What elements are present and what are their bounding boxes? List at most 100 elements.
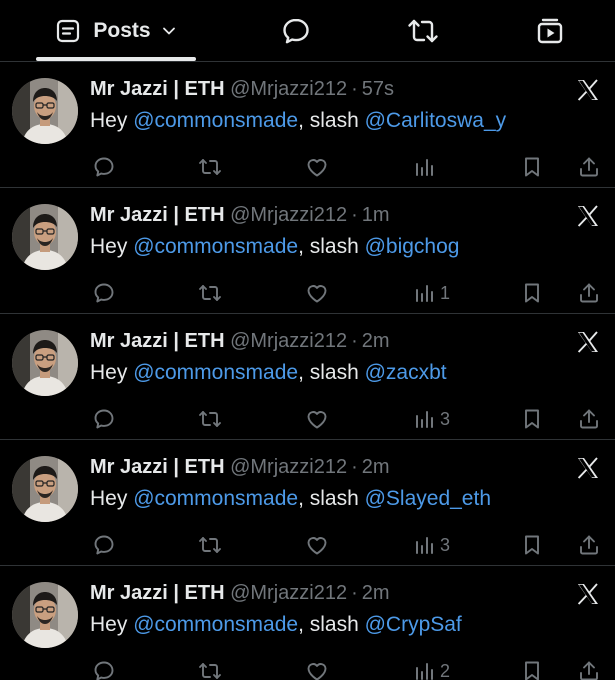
- tab-replies[interactable]: [278, 0, 314, 62]
- tweet-actions: 3: [0, 406, 615, 432]
- bookmark-button[interactable]: [520, 280, 544, 306]
- timestamp[interactable]: 1m: [362, 204, 390, 226]
- replies-icon: [283, 18, 309, 44]
- reply-icon: [94, 535, 114, 555]
- mention-link[interactable]: @Slayed_eth: [365, 487, 491, 510]
- tweet-text: Hey @commonsmade, slash @Slayed_eth: [90, 487, 491, 511]
- tweet[interactable]: Mr Jazzi | ETH @Mrjazzi212 · 2m Hey @commo…: [0, 314, 615, 440]
- tweet[interactable]: Mr Jazzi | ETH @Mrjazzi212 · 2m Hey @commo…: [0, 566, 615, 680]
- display-name[interactable]: Mr Jazzi | ETH: [90, 456, 225, 478]
- avatar[interactable]: [12, 330, 78, 396]
- retweet-button[interactable]: [198, 406, 222, 432]
- display-name[interactable]: Mr Jazzi | ETH: [90, 204, 225, 226]
- user-handle[interactable]: @Mrjazzi212: [230, 204, 347, 226]
- avatar-photo-icon: [12, 204, 78, 270]
- display-name[interactable]: Mr Jazzi | ETH: [90, 582, 225, 604]
- reply-button[interactable]: [92, 154, 116, 180]
- mention-link[interactable]: @zacxbt: [365, 361, 447, 384]
- timestamp[interactable]: 2m: [362, 582, 390, 604]
- mention-link[interactable]: @commonsmade: [133, 361, 298, 384]
- views-button[interactable]: [412, 154, 440, 180]
- user-handle[interactable]: @Mrjazzi212: [230, 582, 347, 604]
- bookmark-button[interactable]: [520, 154, 544, 180]
- tweet[interactable]: Mr Jazzi | ETH @Mrjazzi212 · 2m Hey @commo…: [0, 440, 615, 566]
- bookmark-icon: [525, 283, 539, 303]
- retweet-icon: [199, 159, 221, 175]
- reply-button[interactable]: [92, 280, 116, 306]
- text-middle: , slash: [298, 361, 365, 384]
- bookmark-button[interactable]: [520, 532, 544, 558]
- views-button[interactable]: 3: [412, 532, 450, 558]
- tweet-header: Mr Jazzi | ETH @Mrjazzi212 · 2m: [90, 456, 390, 479]
- retweet-button[interactable]: [198, 280, 222, 306]
- timestamp[interactable]: 2m: [362, 456, 390, 478]
- share-button[interactable]: [577, 658, 601, 680]
- separator-dot: ·: [351, 78, 358, 100]
- retweet-button[interactable]: [198, 154, 222, 180]
- text-middle: , slash: [298, 487, 365, 510]
- tab-reposts[interactable]: [405, 0, 441, 62]
- views-count: 1: [440, 282, 451, 303]
- x-logo-icon: [577, 457, 598, 479]
- user-handle[interactable]: @Mrjazzi212: [230, 456, 347, 478]
- display-name[interactable]: Mr Jazzi | ETH: [90, 78, 225, 100]
- timestamp[interactable]: 57s: [362, 78, 394, 100]
- analytics-icon: [416, 663, 433, 680]
- views-button[interactable]: 1: [412, 280, 450, 306]
- like-button[interactable]: [305, 280, 329, 306]
- avatar[interactable]: [12, 78, 78, 144]
- text-prefix: Hey: [90, 361, 134, 384]
- timestamp[interactable]: 2m: [362, 330, 390, 352]
- views-button[interactable]: 2: [412, 658, 450, 680]
- bookmark-icon: [525, 661, 539, 680]
- x-logo-icon: [577, 79, 598, 101]
- retweet-button[interactable]: [198, 532, 222, 558]
- mention-link[interactable]: @commonsmade: [133, 235, 298, 258]
- x-logo-icon: [577, 583, 598, 605]
- like-button[interactable]: [305, 532, 329, 558]
- reply-button[interactable]: [92, 532, 116, 558]
- tweet-text: Hey @commonsmade, slash @CrypSaf: [90, 613, 462, 637]
- share-button[interactable]: [577, 154, 601, 180]
- mention-link[interactable]: @Carlitoswa_y: [365, 109, 507, 132]
- bookmark-button[interactable]: [520, 658, 544, 680]
- reply-button[interactable]: [92, 658, 116, 680]
- tweet-header: Mr Jazzi | ETH @Mrjazzi212 · 2m: [90, 582, 390, 605]
- avatar[interactable]: [12, 582, 78, 648]
- retweet-button[interactable]: [198, 658, 222, 680]
- avatar-photo-icon: [12, 582, 78, 648]
- share-icon: [580, 535, 598, 555]
- share-button[interactable]: [577, 406, 601, 432]
- reply-button[interactable]: [92, 406, 116, 432]
- user-handle[interactable]: @Mrjazzi212: [230, 78, 347, 100]
- heart-icon: [307, 663, 327, 680]
- mention-link[interactable]: @bigchog: [365, 235, 460, 258]
- like-button[interactable]: [305, 154, 329, 180]
- avatar[interactable]: [12, 456, 78, 522]
- share-button[interactable]: [577, 532, 601, 558]
- mention-link[interactable]: @commonsmade: [133, 487, 298, 510]
- like-button[interactable]: [305, 406, 329, 432]
- tweet[interactable]: Mr Jazzi | ETH @Mrjazzi212 · 57s Hey @comm…: [0, 62, 615, 188]
- tab-media[interactable]: [532, 0, 568, 62]
- like-button[interactable]: [305, 658, 329, 680]
- tab-posts[interactable]: Posts: [36, 0, 196, 62]
- chevron-down-icon[interactable]: [161, 23, 177, 39]
- user-handle[interactable]: @Mrjazzi212: [230, 330, 347, 352]
- mention-link[interactable]: @commonsmade: [133, 613, 298, 636]
- tweet[interactable]: Mr Jazzi | ETH @Mrjazzi212 · 1m Hey @commo…: [0, 188, 615, 314]
- share-button[interactable]: [577, 280, 601, 306]
- display-name[interactable]: Mr Jazzi | ETH: [90, 330, 225, 352]
- views-button[interactable]: 3: [412, 406, 450, 432]
- separator-dot: ·: [351, 204, 358, 226]
- share-icon: [580, 157, 598, 177]
- avatar[interactable]: [12, 204, 78, 270]
- bookmark-button[interactable]: [520, 406, 544, 432]
- avatar-photo-icon: [12, 330, 78, 396]
- mention-link[interactable]: @CrypSaf: [365, 613, 462, 636]
- mention-link[interactable]: @commonsmade: [133, 109, 298, 132]
- tweet-actions: 1: [0, 280, 615, 306]
- heart-icon: [307, 159, 327, 177]
- reply-icon: [94, 157, 114, 177]
- avatar-photo-icon: [12, 78, 78, 144]
